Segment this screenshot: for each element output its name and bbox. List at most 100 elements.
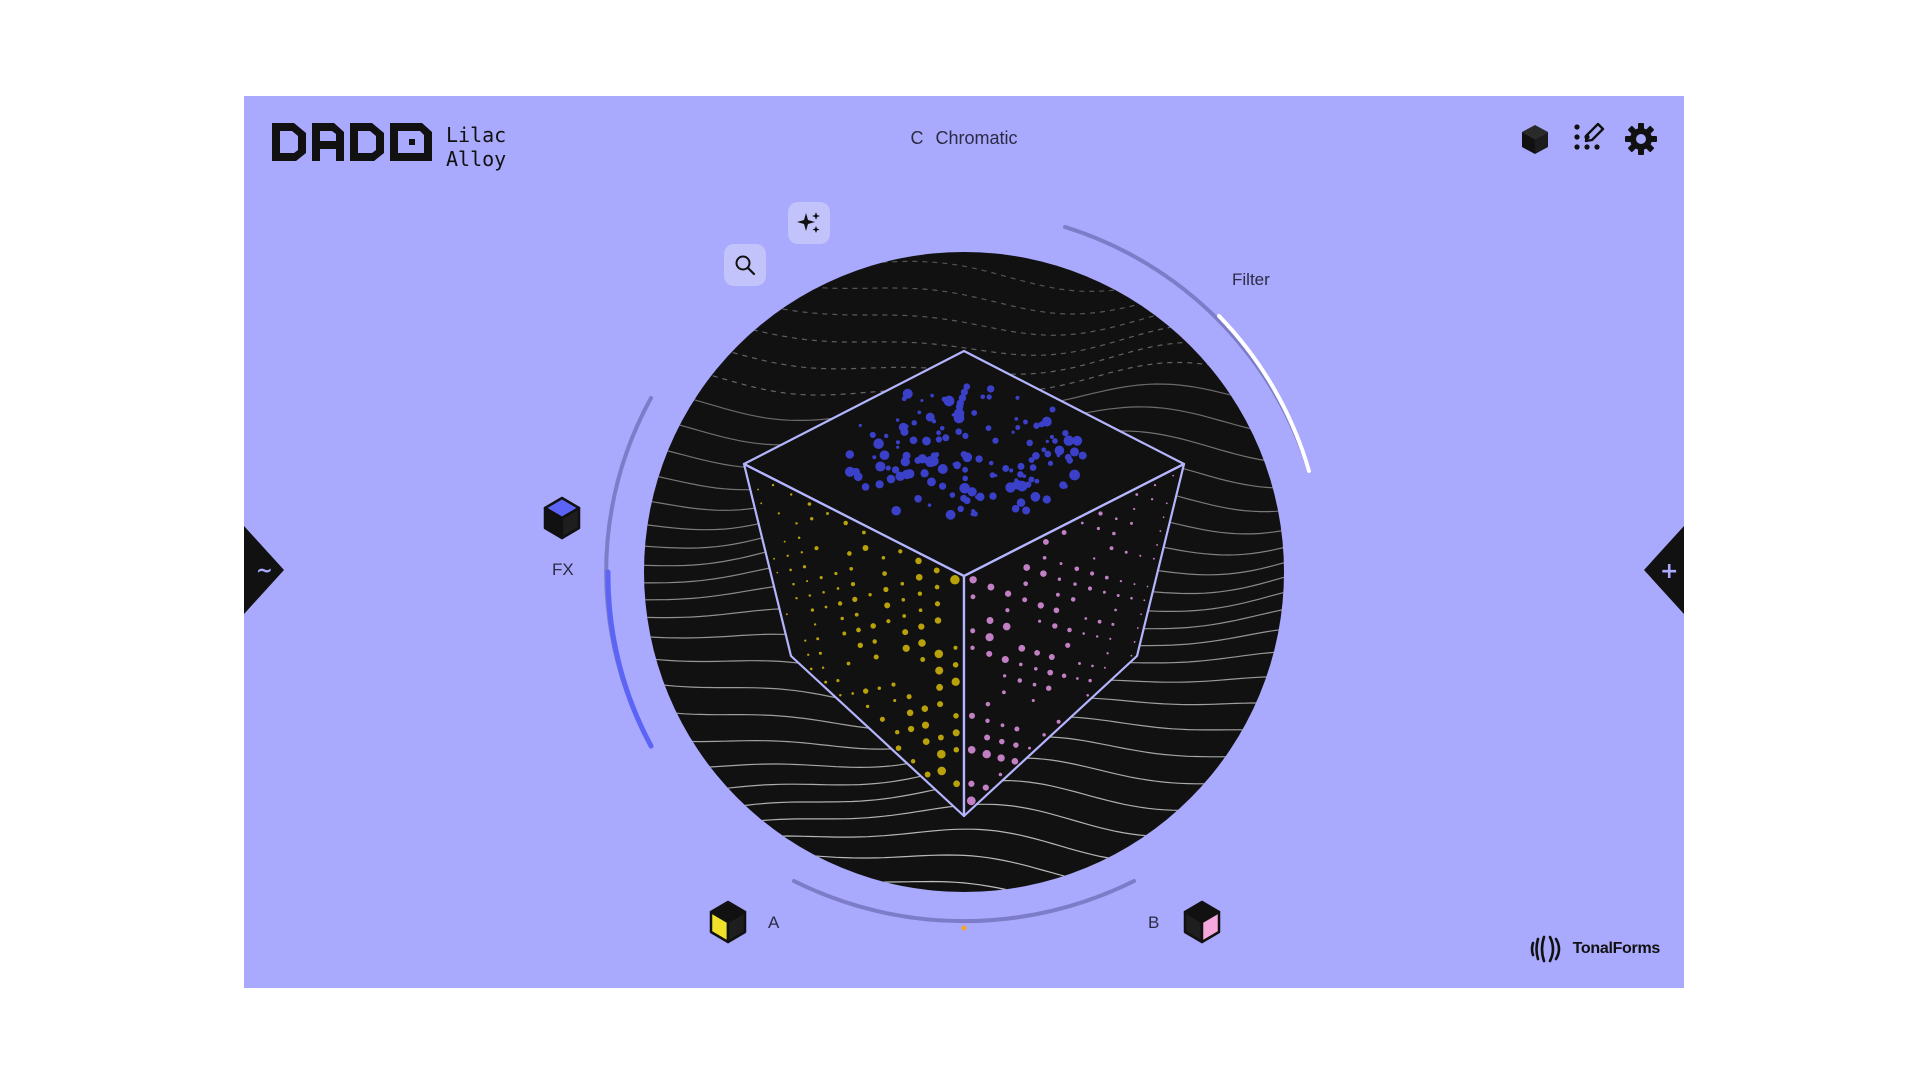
right-face-dot (967, 745, 976, 754)
right-face-dot (1087, 586, 1093, 591)
top-face-dot (914, 456, 922, 464)
right-face-dot (968, 712, 976, 719)
fx-cube-icon (543, 496, 581, 540)
right-face-dot (1002, 674, 1007, 678)
top-face-dot (884, 433, 889, 439)
right-face-dot (1057, 577, 1062, 581)
top-face-dot (1011, 430, 1015, 434)
top-face-dot (902, 388, 913, 399)
top-face-dot (971, 410, 978, 416)
right-face-dot (987, 583, 995, 591)
left-face-dot (776, 571, 779, 574)
right-tab-symbol: + (1660, 559, 1678, 584)
left-face-dot (810, 517, 814, 521)
top-face-dot (1047, 460, 1054, 466)
left-face-dot (921, 705, 929, 712)
top-face-dot (1017, 462, 1025, 470)
left-face-dot (804, 639, 807, 642)
top-face-dot (1016, 498, 1026, 507)
left-face-dot (934, 617, 942, 624)
right-face-dot (998, 772, 1003, 777)
top-face-dot (1034, 478, 1040, 484)
left-face-dot (915, 573, 923, 581)
right-face-dot (1038, 619, 1042, 623)
left-face-dot (777, 512, 780, 515)
top-face-dot (927, 503, 932, 507)
left-face-dot (816, 637, 820, 641)
right-face-dot (1152, 557, 1155, 560)
top-face-dot (937, 463, 948, 475)
right-face-dot (1001, 655, 1009, 664)
left-face-dot (924, 771, 931, 778)
left-face-dot (893, 698, 897, 703)
left-face-dot (837, 601, 843, 606)
right-panel-tab[interactable]: + (1642, 526, 1684, 614)
left-face-dot (836, 587, 840, 590)
left-face-dot (790, 493, 793, 496)
top-face-dot (942, 434, 950, 442)
left-face-dot (836, 679, 840, 683)
right-face-dot (1165, 502, 1168, 505)
right-face-dot (1048, 654, 1055, 660)
source-b-button[interactable] (1182, 900, 1222, 944)
right-face-dot (1093, 557, 1096, 560)
left-face-dot (786, 554, 789, 558)
right-face-dot (1130, 521, 1133, 525)
left-panel-tab[interactable]: ~ (244, 526, 286, 614)
left-face-dot (792, 582, 795, 586)
left-face-dot (936, 749, 946, 759)
left-face-dot (907, 725, 915, 733)
top-face-dot (962, 432, 969, 439)
top-face-dot (927, 477, 936, 487)
top-face-dot (956, 399, 964, 407)
top-face-dot (1066, 457, 1074, 464)
left-face-dot (870, 623, 876, 629)
top-face-dot (1014, 417, 1019, 421)
right-face-dot (1146, 585, 1149, 588)
top-face-dot (927, 455, 939, 467)
left-face-dot (910, 759, 916, 764)
right-face-dot (1082, 632, 1085, 635)
right-face-dot (1076, 677, 1079, 680)
top-face-dot (1015, 425, 1021, 430)
left-face-dot (891, 682, 896, 687)
left-face-dot (933, 567, 940, 574)
left-face-dot (873, 654, 879, 660)
fx-cube-button[interactable] (542, 496, 582, 540)
left-face-dot (826, 512, 829, 515)
top-face-dot (1032, 451, 1040, 460)
top-face-dot (989, 472, 996, 478)
right-face-dot (1074, 566, 1080, 572)
right-face-dot (1042, 733, 1046, 737)
top-face-dot (1014, 478, 1019, 483)
right-face-dot (997, 754, 1005, 762)
left-face-dot (842, 631, 847, 636)
right-face-dot (1042, 555, 1047, 560)
left-face-dot (856, 627, 861, 633)
right-face-dot (1037, 602, 1044, 609)
cube-visualizer[interactable] (244, 96, 1684, 988)
left-face-dot (934, 584, 940, 590)
right-face-dot (1070, 597, 1076, 602)
left-face-dot (822, 591, 825, 594)
top-face-dot (985, 425, 992, 431)
left-face-dot (854, 612, 859, 617)
right-face-dot (969, 576, 977, 584)
top-face-dot (1078, 451, 1087, 460)
right-face-dot (1140, 613, 1142, 616)
left-face-dot (872, 639, 877, 644)
right-face-dot (1034, 650, 1040, 656)
top-face-dot (1009, 468, 1014, 473)
right-face-dot (985, 701, 991, 707)
right-face-dot (999, 738, 1005, 745)
right-face-dot (1106, 652, 1109, 655)
left-face-dot (809, 667, 813, 671)
top-face-dot (1049, 434, 1054, 439)
right-face-dot (1080, 521, 1084, 525)
left-face-dot (824, 605, 828, 609)
source-a-button[interactable] (708, 900, 748, 944)
left-face-dot (862, 530, 866, 535)
top-face-dot (972, 511, 978, 517)
right-face-dot (1040, 570, 1047, 577)
right-face-dot (1095, 635, 1099, 638)
